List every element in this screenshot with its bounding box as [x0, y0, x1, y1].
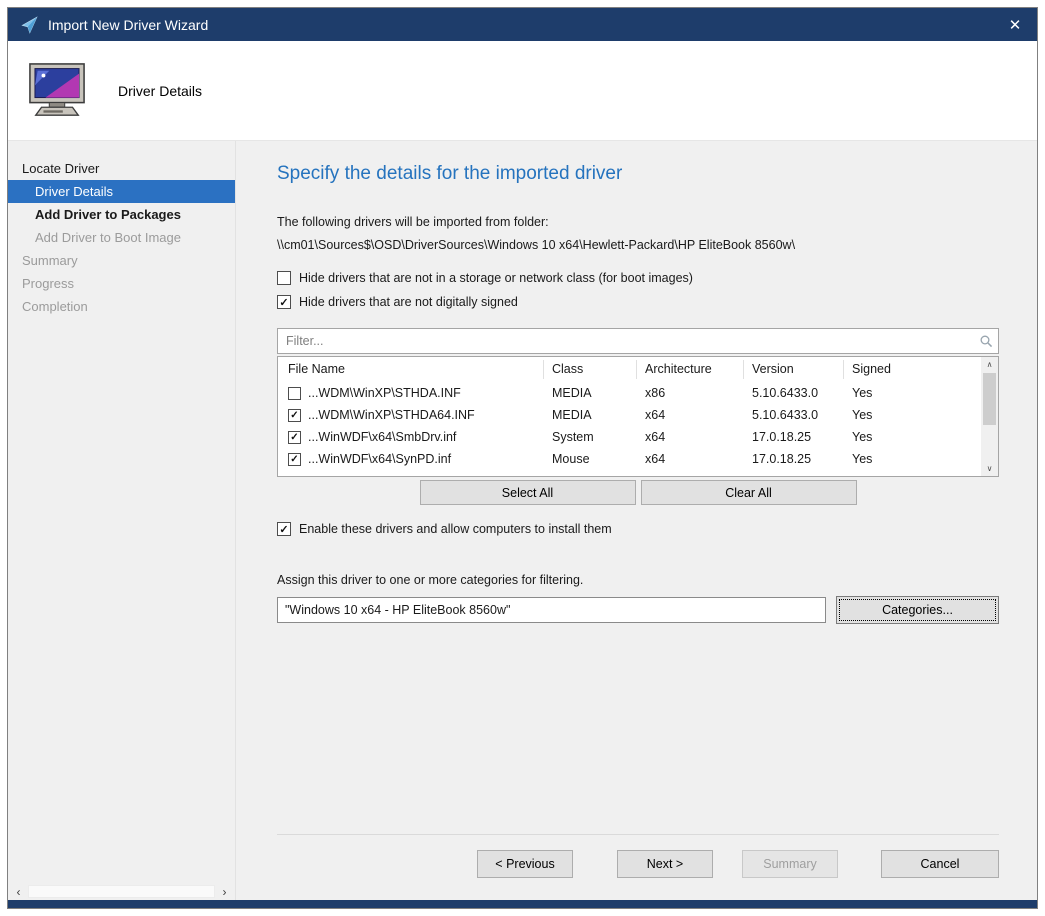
step-add-driver-to-packages[interactable]: Add Driver to Packages: [8, 203, 235, 226]
summary-button: Summary: [742, 850, 838, 878]
clear-all-button[interactable]: Clear All: [641, 480, 857, 505]
column-version[interactable]: Version: [744, 360, 844, 379]
computer-icon: [26, 62, 88, 120]
row-checkbox[interactable]: ✓: [288, 409, 301, 422]
driver-signed: Yes: [844, 408, 981, 422]
driver-signed: Yes: [844, 452, 981, 466]
import-folder-path: \\cm01\Sources$\OSD\DriverSources\Window…: [277, 238, 999, 252]
category-value-field[interactable]: [277, 597, 826, 623]
scroll-down-icon[interactable]: ∨: [981, 461, 998, 476]
checkbox-checked[interactable]: ✓: [277, 522, 291, 536]
categories-button[interactable]: Categories...: [836, 596, 999, 624]
step-locate-driver[interactable]: Locate Driver: [8, 157, 235, 180]
scroll-up-icon[interactable]: ∧: [981, 357, 998, 372]
column-file-name[interactable]: File Name: [278, 360, 544, 379]
horizontal-scroll-thumb[interactable]: [28, 885, 215, 898]
driver-file-name: ...WinWDF\x64\SmbDrv.inf: [308, 430, 456, 444]
driver-row[interactable]: ✓ ...WinWDF\x64\SmbDrv.inf System x64 17…: [278, 426, 981, 448]
driver-signed: Yes: [844, 430, 981, 444]
wizard-banner: Driver Details: [8, 41, 1037, 141]
driver-architecture: x64: [637, 430, 744, 444]
wizard-footer: < Previous Next > Summary Cancel: [277, 834, 999, 900]
page-title: Specify the details for the imported dri…: [277, 163, 999, 185]
driver-list-header: File Name Class Architecture Version Sig…: [278, 357, 981, 382]
search-icon: [974, 334, 998, 349]
row-checkbox[interactable]: [288, 387, 301, 400]
driver-signed: Yes: [844, 386, 981, 400]
step-progress: Progress: [8, 272, 235, 295]
select-all-button[interactable]: Select All: [420, 480, 636, 505]
scroll-right-icon[interactable]: ›: [217, 884, 232, 899]
driver-architecture: x64: [637, 408, 744, 422]
column-architecture[interactable]: Architecture: [637, 360, 744, 379]
wizard-body: Locate Driver Driver Details Add Driver …: [8, 141, 1037, 900]
category-row: Categories...: [277, 596, 999, 624]
enable-drivers-label: Enable these drivers and allow computers…: [299, 522, 612, 536]
checkbox-unchecked[interactable]: [277, 271, 291, 285]
driver-architecture: x64: [637, 452, 744, 466]
next-button[interactable]: Next >: [617, 850, 713, 878]
column-class[interactable]: Class: [544, 360, 637, 379]
cancel-button[interactable]: Cancel: [881, 850, 999, 878]
row-checkbox[interactable]: ✓: [288, 453, 301, 466]
driver-row[interactable]: ...WDM\WinXP\STHDA.INF MEDIA x86 5.10.64…: [278, 382, 981, 404]
step-driver-details[interactable]: Driver Details: [8, 180, 235, 203]
driver-version: 17.0.18.25: [744, 452, 844, 466]
driver-file-name: ...WDM\WinXP\STHDA.INF: [308, 386, 461, 400]
sidebar-horizontal-scrollbar[interactable]: ‹ ›: [8, 883, 235, 900]
checkbox-checked[interactable]: ✓: [277, 295, 291, 309]
enable-drivers-checkbox[interactable]: ✓ Enable these drivers and allow compute…: [277, 522, 999, 536]
filter-field: [277, 328, 999, 354]
hide-unsigned-checkbox[interactable]: ✓ Hide drivers that are not digitally si…: [277, 295, 999, 309]
vertical-scroll-thumb[interactable]: [983, 373, 996, 425]
scroll-left-icon[interactable]: ‹: [11, 884, 26, 899]
row-checkbox[interactable]: ✓: [288, 431, 301, 444]
filter-input[interactable]: [278, 334, 974, 348]
bottom-accent-strip: [8, 900, 1037, 908]
driver-file-name: ...WinWDF\x64\SynPD.inf: [308, 452, 451, 466]
driver-row[interactable]: ✓ ...WinWDF\x64\SynPD.inf Mouse x64 17.0…: [278, 448, 981, 470]
assign-categories-label: Assign this driver to one or more catego…: [277, 573, 999, 587]
hide-storage-network-label: Hide drivers that are not in a storage o…: [299, 271, 693, 285]
window-title: Import New Driver Wizard: [48, 17, 208, 33]
driver-class: MEDIA: [544, 386, 637, 400]
driver-list: File Name Class Architecture Version Sig…: [277, 356, 999, 477]
step-add-driver-to-boot-image: Add Driver to Boot Image: [8, 226, 235, 249]
driver-version: 5.10.6433.0: [744, 408, 844, 422]
step-completion: Completion: [8, 295, 235, 318]
hide-storage-network-checkbox[interactable]: Hide drivers that are not in a storage o…: [277, 271, 999, 285]
driver-version: 17.0.18.25: [744, 430, 844, 444]
wizard-dart-icon: [20, 16, 38, 34]
banner-title: Driver Details: [118, 83, 202, 99]
close-icon[interactable]: ✕: [993, 8, 1037, 41]
driver-class: MEDIA: [544, 408, 637, 422]
driver-file-name: ...WDM\WinXP\STHDA64.INF: [308, 408, 475, 422]
previous-button[interactable]: < Previous: [477, 850, 573, 878]
driver-class: Mouse: [544, 452, 637, 466]
hide-unsigned-label: Hide drivers that are not digitally sign…: [299, 295, 518, 309]
driver-row[interactable]: ✓ ...WDM\WinXP\STHDA64.INF MEDIA x64 5.1…: [278, 404, 981, 426]
import-driver-wizard-window: Import New Driver Wizard ✕ Driver Detail…: [7, 7, 1038, 909]
import-folder-label: The following drivers will be imported f…: [277, 215, 999, 229]
titlebar: Import New Driver Wizard ✕: [8, 8, 1037, 41]
step-summary: Summary: [8, 249, 235, 272]
driver-list-vertical-scrollbar[interactable]: ∧ ∨: [981, 357, 998, 476]
main-panel: Specify the details for the imported dri…: [236, 141, 1037, 900]
driver-version: 5.10.6433.0: [744, 386, 844, 400]
driver-class: System: [544, 430, 637, 444]
driver-architecture: x86: [637, 386, 744, 400]
selection-buttons: Select All Clear All: [277, 480, 999, 505]
column-signed[interactable]: Signed: [844, 360, 981, 379]
wizard-steps-sidebar: Locate Driver Driver Details Add Driver …: [8, 141, 236, 900]
